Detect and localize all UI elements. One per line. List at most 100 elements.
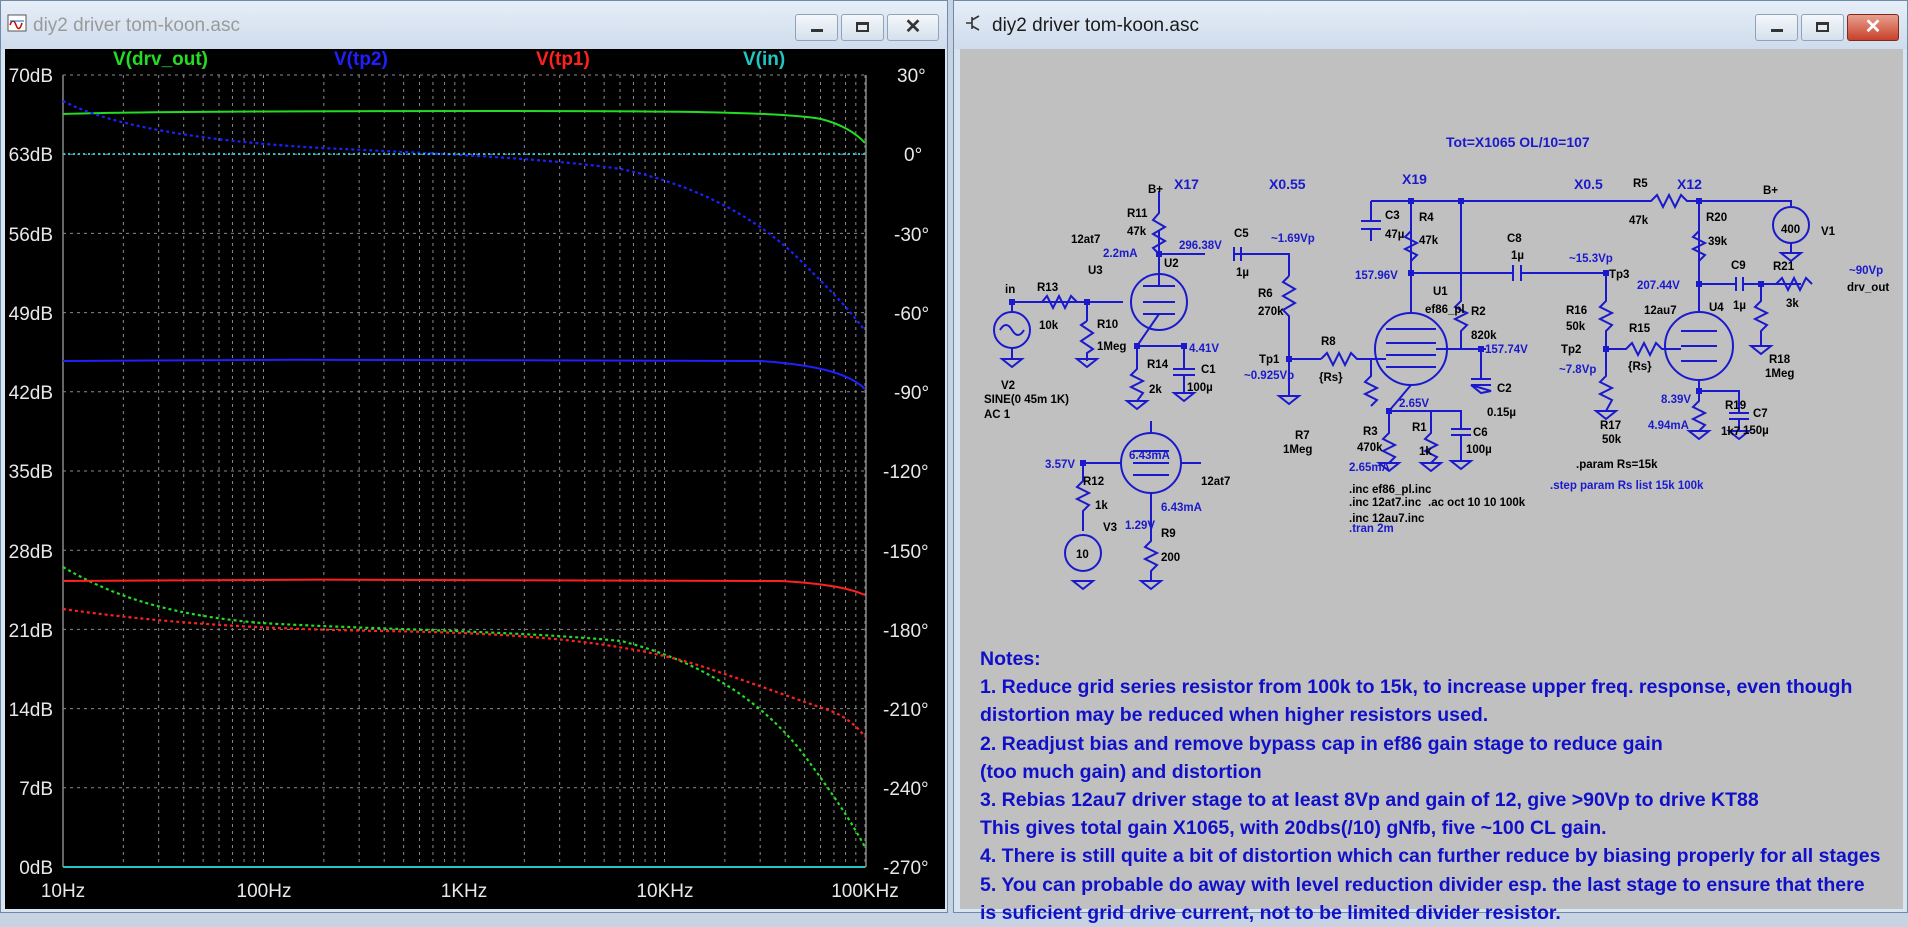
minimize-icon — [1771, 29, 1783, 32]
notes-heading: Notes: — [980, 648, 1041, 670]
maximize-button[interactable] — [1801, 14, 1844, 41]
label: 0.15µ — [1487, 407, 1516, 419]
waveform-window-controls: ✕ — [795, 14, 939, 41]
annotation: 6.43mA — [1129, 450, 1170, 462]
y-tick-right: -60° — [894, 304, 929, 325]
label: R3 — [1363, 426, 1378, 438]
schematic-notes: Notes: 1. Reduce grid series resistor fr… — [980, 645, 1880, 927]
label: 1Meg — [1097, 341, 1126, 353]
label: 50k — [1566, 321, 1586, 333]
minimize-button[interactable] — [795, 14, 838, 41]
minimize-button[interactable] — [1755, 14, 1798, 41]
close-button[interactable]: ✕ — [1847, 14, 1899, 41]
label: R17 — [1600, 420, 1621, 432]
label: C7 — [1753, 408, 1768, 420]
annotation: 1.29V — [1125, 520, 1155, 532]
y-tick-right: -240° — [883, 779, 929, 800]
schematic-app-icon — [966, 15, 980, 31]
annotation: 3.57V — [1045, 459, 1075, 471]
annotation: 157.96V — [1355, 270, 1398, 282]
y-tick-left: 49dB — [9, 304, 53, 325]
note-line: 4. There is still quite a bit of distort… — [980, 845, 1881, 868]
y-tick-left: 28dB — [9, 542, 53, 563]
label: .inc 12at7.inc — [1349, 497, 1422, 509]
label: {Rs} — [1628, 361, 1652, 373]
y-tick-right: -180° — [883, 621, 929, 642]
label: .inc ef86_pl.inc — [1349, 484, 1432, 496]
annotation: ~15.3Vp — [1569, 253, 1613, 265]
label: 1µ — [1236, 267, 1249, 279]
schematic-canvas[interactable]: Tot=X1065 OL/10=107 X17 X0.55 X19 X0.5 X… — [960, 49, 1903, 924]
minimize-icon — [811, 29, 823, 32]
label: ef86_pl — [1425, 304, 1465, 316]
stage-gain-x17: X17 — [1174, 176, 1199, 192]
note-line: 5. You can probable do away with level r… — [980, 873, 1865, 896]
annotation: 2.65V — [1399, 398, 1429, 410]
label: Tp1 — [1259, 354, 1280, 366]
label: 50k — [1602, 434, 1622, 446]
label: V2 — [1001, 380, 1015, 392]
label: 820k — [1471, 330, 1497, 342]
y-tick-right: -210° — [883, 700, 929, 721]
x-tick: 10KHz — [636, 881, 693, 902]
label: 1µ — [1733, 300, 1746, 312]
label: U2 — [1164, 258, 1179, 270]
annotation: ~7.8Vp — [1559, 364, 1596, 376]
label: R4 — [1419, 212, 1434, 224]
label: Tp2 — [1561, 344, 1581, 356]
label: .ac oct 10 10 100k — [1428, 497, 1526, 509]
y-tick-left: 63dB — [9, 145, 53, 166]
label: C3 — [1385, 210, 1400, 222]
label: U1 — [1433, 286, 1448, 298]
trace-label-in[interactable]: V(in) — [743, 49, 785, 71]
label: R11 — [1127, 208, 1148, 220]
label: V3 — [1103, 522, 1117, 534]
label: R16 — [1566, 305, 1587, 317]
label: R20 — [1706, 212, 1727, 224]
label: 150µ — [1743, 425, 1769, 437]
label: C2 — [1497, 383, 1512, 395]
trace-label-tp2[interactable]: V(tp2) — [334, 49, 388, 71]
label: 47k — [1419, 235, 1439, 247]
annotation: 6.43mA — [1161, 502, 1202, 514]
bode-plot[interactable]: 70dB 63dB 56dB 49dB 42dB 35dB 28dB 21dB … — [5, 49, 945, 909]
annotation: ~90Vp — [1849, 265, 1883, 277]
label: 100µ — [1187, 382, 1213, 394]
annotation: ~0.925Vp — [1244, 370, 1294, 382]
label: 3k — [1786, 298, 1799, 310]
y-tick-right: 30° — [897, 66, 926, 87]
schematic-drawing[interactable]: Tot=X1065 OL/10=107 X17 X0.55 X19 X0.5 X… — [960, 49, 1903, 639]
label: 1Meg — [1283, 444, 1312, 456]
label: 1k — [1419, 446, 1432, 458]
annotation: 2.65mA — [1349, 462, 1390, 474]
annotation: 296.38V — [1179, 240, 1222, 252]
label: C9 — [1731, 260, 1746, 272]
label: R18 — [1769, 354, 1791, 366]
component-labels: B+ B+ R11 47k 12at7 U3 U2 C5 1µ R6 270k … — [984, 178, 1889, 564]
note-line: 3. Rebias 12au7 driver stage to at least… — [980, 788, 1759, 811]
waveform-app-icon — [7, 14, 27, 32]
label: AC 1 — [984, 409, 1011, 421]
maximize-button[interactable] — [841, 14, 884, 41]
bode-plot-pane[interactable]: 70dB 63dB 56dB 49dB 42dB 35dB 28dB 21dB … — [5, 49, 945, 909]
trace-label-drv-out[interactable]: V(drv_out) — [113, 49, 208, 71]
label: C1 — [1201, 364, 1216, 376]
label: R15 — [1629, 323, 1651, 335]
close-button[interactable]: ✕ — [887, 14, 939, 41]
maximize-icon — [856, 22, 869, 32]
close-icon: ✕ — [1864, 16, 1882, 38]
label: 100µ — [1466, 444, 1492, 456]
annotation: ~1.69Vp — [1271, 233, 1315, 245]
label: 10k — [1039, 320, 1059, 332]
stage-gain-x12: X12 — [1677, 176, 1702, 192]
annotation: .step param Rs list 15k 100k — [1550, 480, 1704, 492]
trace-label-tp1[interactable]: V(tp1) — [536, 49, 590, 71]
schematic-titlebar[interactable]: diy2 driver tom-koon.asc ✕ — [954, 1, 1907, 49]
label: 1k7 — [1721, 426, 1740, 438]
waveform-titlebar[interactable]: diy2 driver tom-koon.asc ✕ — [1, 1, 947, 49]
stage-gain-x055: X0.55 — [1269, 176, 1306, 192]
y-tick-right: -120° — [883, 462, 929, 483]
stage-gain-x19: X19 — [1402, 171, 1427, 187]
label: 10 — [1076, 549, 1089, 561]
label: 12au7 — [1644, 305, 1677, 317]
